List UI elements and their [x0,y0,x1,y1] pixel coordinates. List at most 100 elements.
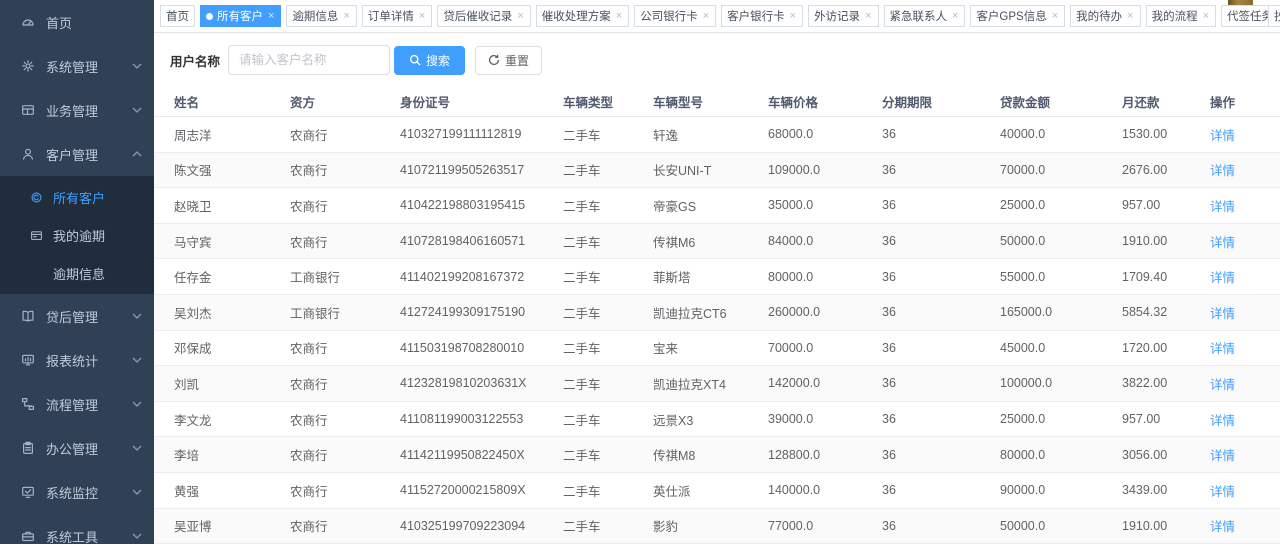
sidebar-item-5[interactable]: 报表统计 [0,338,154,382]
detail-link[interactable]: 详情 [1210,481,1270,500]
close-icon[interactable]: × [864,11,872,22]
sidebar-item-1[interactable]: 系统管理 [0,44,154,88]
cell-funder: 工商银行 [290,267,400,286]
cell-vehicle-model: 凯迪拉克XT4 [653,374,768,393]
detail-link[interactable]: 详情 [1210,232,1270,251]
tab-11[interactable]: 我的待办 × [1070,5,1140,27]
gear-icon [20,59,35,74]
detail-link[interactable]: 详情 [1210,445,1270,464]
close-icon[interactable]: × [1202,11,1210,22]
cell-name: 赵晓卫 [174,196,290,215]
sidebar-item-7[interactable]: 办公管理 [0,426,154,470]
cell-loan-amount: 50000.0 [1000,519,1122,533]
close-icon[interactable]: × [702,11,710,22]
sidebar-item-9[interactable]: 系统工具 [0,514,154,544]
cell-name: 吴刘杰 [174,303,290,322]
search-label: 用户名称 [170,51,220,70]
close-icon[interactable]: × [342,11,350,22]
reset-button-label: 重置 [505,52,529,69]
sidebar-item-3[interactable]: 客户管理 [0,132,154,176]
cell-funder: 农商行 [290,232,400,251]
cell-name: 马守宾 [174,232,290,251]
tab-label: 我的待办 [1076,8,1122,24]
sidebar-subitem-2[interactable]: 逾期信息 [0,254,154,292]
cell-term: 36 [882,376,1000,390]
detail-link[interactable]: 详情 [1210,374,1270,393]
column-header-0: 姓名 [174,92,290,111]
search-bar: 用户名称 搜索 重置 [154,33,1280,86]
customer-name-input[interactable] [228,45,390,75]
sidebar-item-2[interactable]: 业务管理 [0,88,154,132]
detail-link[interactable]: 详情 [1210,196,1270,215]
cell-vehicle-type: 二手车 [563,410,653,429]
chevron-down-icon [132,357,142,363]
detail-link[interactable]: 详情 [1210,410,1270,429]
tab-1[interactable]: 所有客户 × [200,5,281,27]
cell-id-number: 411503198708280010 [400,341,563,355]
cell-id-number: 410728198406160571 [400,234,563,248]
detail-link[interactable]: 详情 [1210,160,1270,179]
home-icon [20,15,35,30]
close-icon[interactable]: × [615,11,623,22]
cell-name: 周志洋 [174,125,290,144]
tab-8[interactable]: 外访记录 × [808,5,878,27]
column-header-5: 车辆价格 [768,92,882,111]
tab-5[interactable]: 催收处理方案 × [536,5,629,27]
cell-vehicle-type: 二手车 [563,481,653,500]
cell-vehicle-price: 80000.0 [768,270,882,284]
tab-15[interactable]: 抄 × [1268,5,1280,27]
close-icon[interactable]: × [1051,11,1059,22]
close-icon[interactable]: × [789,11,797,22]
cell-vehicle-model: 轩逸 [653,125,768,144]
sidebar-subitem-label: 所有客户 [53,188,105,207]
cell-funder: 农商行 [290,196,400,215]
cell-id-number: 41232819810203631X [400,376,563,390]
detail-link[interactable]: 详情 [1210,267,1270,286]
cell-term: 36 [882,127,1000,141]
close-icon[interactable]: × [1126,11,1134,22]
sidebar-item-label: 办公管理 [46,439,98,458]
cell-vehicle-price: 68000.0 [768,127,882,141]
close-icon[interactable]: × [267,11,275,22]
detail-link[interactable]: 详情 [1210,303,1270,322]
detail-link[interactable]: 详情 [1210,516,1270,535]
tab-12[interactable]: 我的流程 × [1146,5,1216,27]
close-icon[interactable]: × [951,11,959,22]
close-icon[interactable]: × [516,11,524,22]
tab-9[interactable]: 紧急联系人 × [884,5,966,27]
sidebar-item-label: 业务管理 [46,101,98,120]
cell-vehicle-price: 260000.0 [768,305,882,319]
reset-button[interactable]: 重置 [475,46,542,75]
cell-vehicle-type: 二手车 [563,516,653,535]
sidebar-item-8[interactable]: 系统监控 [0,470,154,514]
tab-0[interactable]: 首页 × [160,5,195,27]
tab-3[interactable]: 订单详情 × [362,5,432,27]
tab-6[interactable]: 公司银行卡 × [634,5,716,27]
search-button[interactable]: 搜索 [394,46,465,75]
cell-monthly-payment: 957.00 [1122,412,1210,426]
search-button-label: 搜索 [426,52,450,69]
chevron-down-icon [132,401,142,407]
cell-funder: 农商行 [290,338,400,357]
sidebar-item-label: 首页 [46,13,72,32]
sidebar-item-label: 贷后管理 [46,307,98,326]
tab-10[interactable]: 客户GPS信息 × [970,5,1065,27]
sidebar-item-4[interactable]: 贷后管理 [0,294,154,338]
cell-loan-amount: 45000.0 [1000,341,1122,355]
tab-2[interactable]: 逾期信息 × [286,5,356,27]
tab-label: 贷后催收记录 [443,8,512,24]
detail-link[interactable]: 详情 [1210,125,1270,144]
tab-4[interactable]: 贷后催收记录 × [437,5,530,27]
tab-7[interactable]: 客户银行卡 × [721,5,803,27]
close-icon[interactable]: × [418,11,426,22]
sidebar-item-0[interactable]: 首页 [0,0,154,44]
cell-vehicle-type: 二手车 [563,445,653,464]
sidebar-subitem-0[interactable]: 所有客户 [0,178,154,216]
sidebar-subitem-1[interactable]: 我的逾期 [0,216,154,254]
cell-monthly-payment: 2676.00 [1122,163,1210,177]
sidebar-item-6[interactable]: 流程管理 [0,382,154,426]
user-icon [20,147,35,162]
tab-label: 所有客户 [217,8,263,24]
detail-link[interactable]: 详情 [1210,338,1270,357]
cell-id-number: 411081199003122553 [400,412,563,426]
